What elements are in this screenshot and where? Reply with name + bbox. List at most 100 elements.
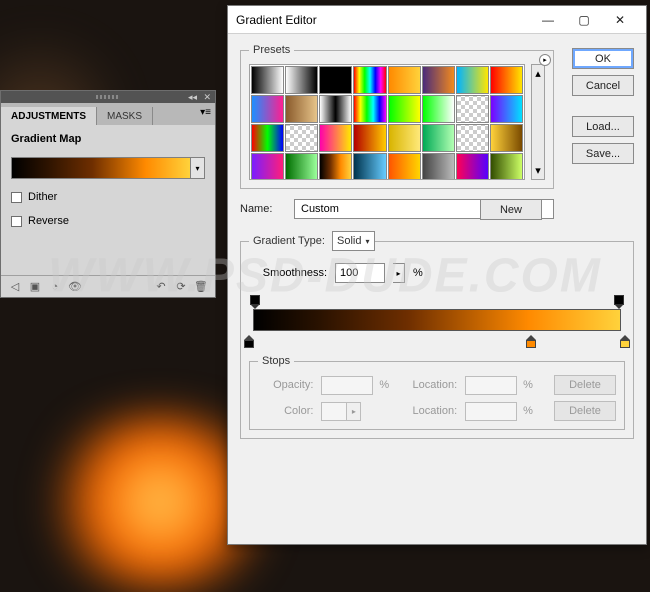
preset-swatch[interactable]: [388, 153, 421, 180]
load-button[interactable]: Load...: [572, 116, 634, 137]
smoothness-label: Smoothness:: [249, 267, 327, 279]
preset-swatch[interactable]: [422, 124, 455, 152]
preset-swatch[interactable]: [251, 66, 284, 94]
dialog-titlebar[interactable]: Gradient Editor — ▢ ✕: [228, 6, 646, 34]
dither-checkbox[interactable]: [11, 192, 22, 203]
dialog-action-buttons: OK Cancel Load... Save...: [572, 48, 634, 164]
stops-legend: Stops: [258, 355, 294, 367]
stop-opacity-location-label: Location:: [397, 379, 459, 391]
window-maximize-button[interactable]: ▢: [566, 6, 602, 34]
preset-swatch[interactable]: [456, 124, 489, 152]
gradient-editor-dialog: Gradient Editor — ▢ ✕ OK Cancel Load... …: [227, 5, 647, 545]
preset-swatch[interactable]: [319, 153, 352, 180]
stop-color-location-label: Location:: [397, 405, 459, 417]
clip-icon[interactable]: ◔: [47, 279, 63, 295]
preset-swatch[interactable]: [353, 124, 386, 152]
gradient-type-select[interactable]: Solid ▾: [332, 231, 374, 251]
stop-color-label: Color:: [258, 405, 315, 417]
preset-swatch[interactable]: [285, 95, 318, 123]
preset-swatch[interactable]: [251, 124, 284, 152]
presets-legend: Presets: [249, 44, 294, 56]
stop-opacity-location-unit: %: [523, 379, 548, 391]
preset-swatch[interactable]: [251, 95, 284, 123]
gradient-bar-region[interactable]: [249, 295, 625, 349]
cancel-button[interactable]: Cancel: [572, 75, 634, 96]
preset-swatch[interactable]: [422, 66, 455, 94]
reverse-checkbox-row[interactable]: Reverse: [11, 215, 205, 227]
stops-group: Stops Opacity: % Location: % Delete Colo…: [249, 355, 625, 430]
dither-label: Dither: [28, 191, 57, 203]
preset-swatch[interactable]: [353, 95, 386, 123]
preset-swatch[interactable]: [251, 153, 284, 180]
gradient-map-bar: [12, 158, 190, 178]
back-arrow-icon[interactable]: ◁: [7, 279, 23, 295]
gradient-map-dropdown-icon[interactable]: ▾: [190, 158, 204, 178]
preset-swatch[interactable]: [422, 153, 455, 180]
visibility-icon[interactable]: 👁: [67, 279, 83, 295]
save-button[interactable]: Save...: [572, 143, 634, 164]
gradient-bar[interactable]: [253, 309, 621, 331]
color-stop[interactable]: [243, 335, 255, 349]
preset-swatch[interactable]: [490, 153, 523, 180]
preset-swatch[interactable]: [456, 153, 489, 180]
delete-opacity-stop-button[interactable]: Delete: [554, 375, 616, 395]
preset-swatch[interactable]: [456, 95, 489, 123]
gradient-type-label: Gradient Type:: [249, 235, 329, 247]
ok-button[interactable]: OK: [572, 48, 634, 69]
stop-opacity-label: Opacity:: [258, 379, 315, 391]
stop-opacity-input[interactable]: [321, 376, 373, 395]
adjustments-panel: ◂◂ ✕ ADJUSTMENTS MASKS ▾≡ Gradient Map ▾…: [0, 90, 216, 298]
tab-masks[interactable]: MASKS: [97, 107, 153, 125]
stop-color-dropdown-icon[interactable]: ▸: [347, 402, 361, 421]
preset-swatch[interactable]: [456, 66, 489, 94]
opacity-stop-left[interactable]: [250, 295, 260, 307]
panel-menu-icon[interactable]: ▾≡: [200, 107, 211, 118]
delete-color-stop-button[interactable]: Delete: [554, 401, 616, 421]
reverse-checkbox[interactable]: [11, 216, 22, 227]
preset-swatch[interactable]: [353, 66, 386, 94]
preset-swatch[interactable]: [353, 153, 386, 180]
color-stop[interactable]: [525, 335, 537, 349]
dither-checkbox-row[interactable]: Dither: [11, 191, 205, 203]
preset-swatch[interactable]: [388, 124, 421, 152]
new-button[interactable]: New: [480, 199, 542, 220]
panel-footer: ◁ ▣ ◔ 👁 ↶ ⟳ 🗑: [1, 275, 215, 297]
gradient-type-value: Solid: [337, 235, 361, 247]
window-minimize-button[interactable]: —: [530, 6, 566, 34]
panel-close-icon[interactable]: ✕: [203, 92, 211, 103]
preset-swatch[interactable]: [388, 66, 421, 94]
trash-icon[interactable]: 🗑: [193, 279, 209, 295]
reverse-label: Reverse: [28, 215, 69, 227]
panel-drag-bar[interactable]: ◂◂ ✕: [1, 91, 215, 103]
preset-swatch[interactable]: [490, 95, 523, 123]
smoothness-input[interactable]: 100: [335, 263, 385, 283]
reset-icon[interactable]: ⟳: [173, 279, 189, 295]
opacity-stop-right[interactable]: [614, 295, 624, 307]
preset-swatch[interactable]: [285, 124, 318, 152]
window-close-button[interactable]: ✕: [602, 6, 638, 34]
color-stop[interactable]: [619, 335, 631, 349]
preset-swatch[interactable]: [388, 95, 421, 123]
preset-swatch[interactable]: [319, 95, 352, 123]
gradient-map-preview[interactable]: ▾: [11, 157, 205, 179]
gradient-type-group: Gradient Type: Solid ▾ Smoothness: 100 ▸…: [240, 231, 634, 439]
preset-swatch[interactable]: [319, 124, 352, 152]
preset-swatch[interactable]: [490, 124, 523, 152]
smoothness-stepper[interactable]: ▸: [393, 263, 405, 283]
stop-opacity-location-input[interactable]: [465, 376, 517, 395]
panel-collapse-icon[interactable]: ◂◂: [188, 92, 197, 103]
preset-swatch[interactable]: [285, 66, 318, 94]
prev-state-icon[interactable]: ↶: [153, 279, 169, 295]
layers-stack-icon[interactable]: ▣: [27, 279, 43, 295]
preset-swatch[interactable]: [285, 153, 318, 180]
preset-swatch[interactable]: [490, 66, 523, 94]
dialog-title: Gradient Editor: [236, 13, 317, 27]
stop-color-location-input[interactable]: [465, 402, 517, 421]
presets-scrollbar[interactable]: ▴▾: [531, 64, 545, 180]
preset-swatch[interactable]: [319, 66, 352, 94]
tab-adjustments[interactable]: ADJUSTMENTS: [1, 107, 97, 125]
preset-swatch[interactable]: [422, 95, 455, 123]
presets-flyout-icon[interactable]: ▸: [539, 54, 551, 66]
stop-color-swatch[interactable]: [321, 402, 347, 421]
panel-tabs: ADJUSTMENTS MASKS ▾≡: [1, 103, 215, 125]
